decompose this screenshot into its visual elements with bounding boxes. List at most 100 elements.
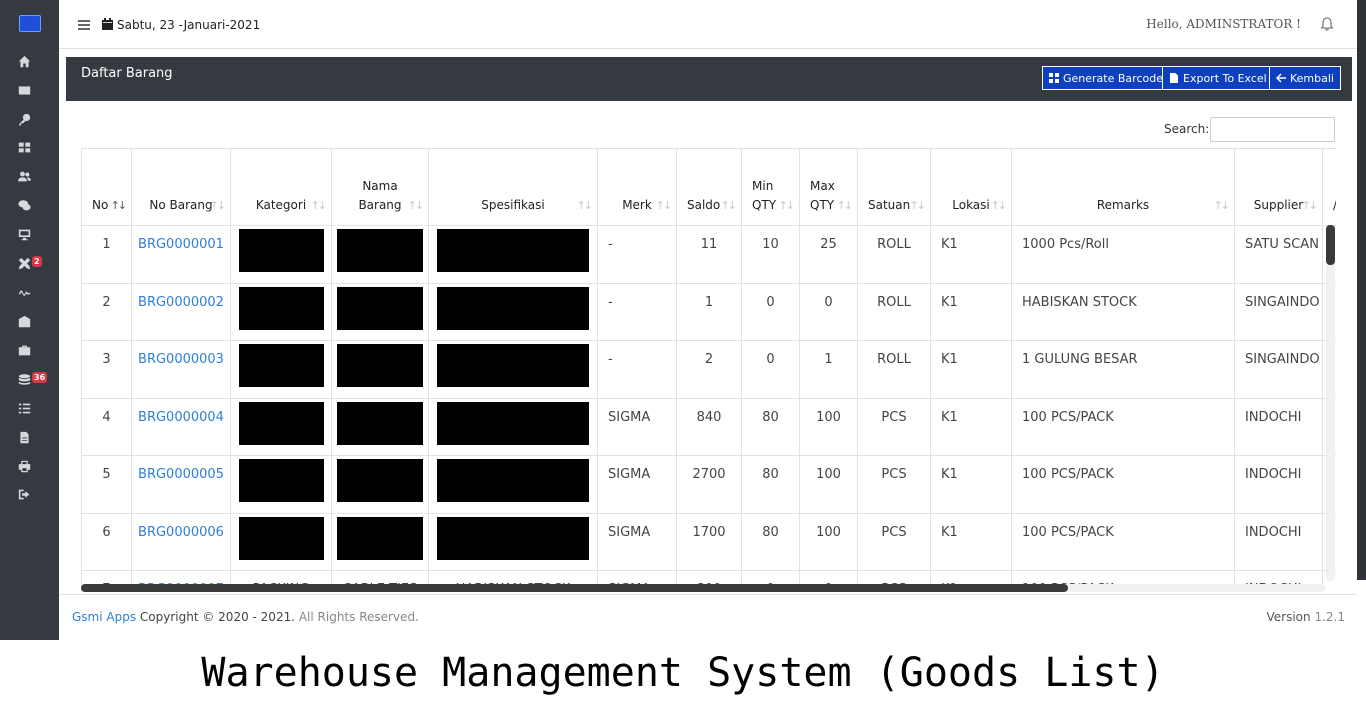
- user-greeting[interactable]: Hello, ADMINSTRATOR !: [1146, 17, 1301, 31]
- cell-no-barang[interactable]: BRG0000002: [131, 282, 231, 341]
- table-row[interactable]: 1 BRG0000001 - 11 10 25 ROLL K1 1000 Pcs/Roll SAT…: [81, 225, 1336, 284]
- logout-icon[interactable]: [0, 484, 59, 504]
- sort-icon: ↑↓: [407, 199, 425, 212]
- cell-no-barang[interactable]: BRG0000005: [131, 455, 231, 514]
- cell-max-qty: 100: [799, 455, 858, 514]
- col-header-lokasi[interactable]: Lokasi ↑↓: [930, 148, 1012, 226]
- col-header-nama-barang[interactable]: Nama Barang ↑↓: [331, 148, 429, 226]
- table-row[interactable]: 2 BRG0000002 - 1 0 0 ROLL K1 HABISKAN STOCK SINGA…: [81, 282, 1336, 341]
- print-icon[interactable]: [0, 456, 59, 476]
- key-icon[interactable]: [0, 109, 59, 129]
- footer-brand-link[interactable]: Gsmi Apps: [72, 610, 136, 624]
- cell-max-qty-value: 100: [816, 409, 841, 425]
- signature-icon[interactable]: [0, 282, 59, 302]
- briefcase-icon[interactable]: [0, 340, 59, 360]
- tasks-icon[interactable]: [0, 398, 59, 418]
- redacted-block: [437, 344, 589, 387]
- menu-toggle-icon[interactable]: [78, 20, 90, 30]
- comments-icon[interactable]: [0, 195, 59, 215]
- generate-barcode-button[interactable]: Generate Barcode: [1042, 66, 1170, 90]
- cell-satuan-value: PCS: [881, 409, 907, 425]
- col-header-nama-label-2: Barang: [358, 198, 402, 212]
- cell-no-barang-value[interactable]: BRG0000006: [138, 525, 224, 540]
- col-header-kategori[interactable]: Kategori ↑↓: [230, 148, 332, 226]
- col-header-remarks-label: Remarks: [1096, 198, 1150, 212]
- cell-no-barang-value[interactable]: BRG0000004: [138, 410, 224, 425]
- horizontal-scroll-thumb[interactable]: [81, 584, 1068, 592]
- cell-min-qty-value: 80: [762, 467, 779, 482]
- col-header-merk-label: Merk: [622, 198, 652, 212]
- cell-no-barang[interactable]: BRG0000003: [131, 340, 231, 399]
- cell-no-barang[interactable]: BRG0000006: [131, 512, 231, 571]
- goods-table: No ↑↓ No Barang ↑↓ Kategori ↑↓ Nama Barang ↑↓…: [81, 148, 1336, 592]
- col-header-lokasi-label: Lokasi: [952, 198, 990, 212]
- table-vertical-scrollbar[interactable]: [1326, 225, 1335, 581]
- table-row[interactable]: 6 BRG0000006 SIGMA 1700 80 100 PCS K1 100 PCS/PA…: [81, 512, 1336, 571]
- cell-merk: -: [597, 340, 677, 399]
- vertical-scroll-thumb[interactable]: [1326, 225, 1335, 265]
- cell-min-qty: 10: [741, 225, 800, 284]
- cell-lokasi-value: K1: [941, 352, 958, 367]
- warehouse-icon[interactable]: [0, 311, 59, 331]
- bell-icon[interactable]: [1321, 17, 1333, 31]
- sort-icon: ↑↓: [655, 199, 673, 212]
- table-row[interactable]: 5 BRG0000005 SIGMA 2700 80 100 PCS K1 100 PCS/PA…: [81, 455, 1336, 514]
- cell-min-qty: 80: [741, 455, 800, 514]
- cell-satuan: PCS: [857, 455, 931, 514]
- tools-icon[interactable]: 2: [0, 253, 59, 273]
- col-header-remarks[interactable]: Remarks ↑↓: [1011, 148, 1235, 226]
- col-header-satuan[interactable]: Satuan ↑↓: [857, 148, 931, 226]
- cell-lokasi: K1: [930, 397, 1012, 456]
- cell-max-qty: 100: [799, 397, 858, 456]
- search-input[interactable]: [1210, 117, 1335, 142]
- col-header-more[interactable]: /: [1322, 148, 1336, 226]
- cell-no-barang-value[interactable]: BRG0000002: [138, 295, 224, 310]
- cell-no-barang[interactable]: BRG0000004: [131, 397, 231, 456]
- cell-nama-barang: [331, 397, 429, 456]
- cell-merk-value: SIGMA: [608, 524, 651, 540]
- cell-no: 2: [81, 282, 132, 341]
- page-scrollbar[interactable]: [1357, 0, 1366, 580]
- table-row[interactable]: 4 BRG0000004 SIGMA 840 80 100 PCS K1 100 PCS/PAC…: [81, 397, 1336, 456]
- col-header-merk[interactable]: Merk ↑↓: [597, 148, 677, 226]
- cell-no-barang-value[interactable]: BRG0000003: [138, 352, 224, 367]
- col-header-saldo[interactable]: Saldo ↑↓: [676, 148, 742, 226]
- desktop-icon[interactable]: [0, 224, 59, 244]
- table-row[interactable]: 3 BRG0000003 - 2 0 1 ROLL K1 1 GULUNG BESAR SINGA…: [81, 340, 1336, 399]
- col-header-no[interactable]: No ↑↓: [81, 148, 132, 226]
- cell-no-value: 3: [102, 352, 111, 367]
- col-header-min-label-2: QTY: [752, 198, 777, 212]
- col-header-max-qty[interactable]: Max QTY ↑↓: [799, 148, 858, 226]
- stock-icon[interactable]: 36: [0, 369, 59, 389]
- cell-merk-value: SIGMA: [608, 467, 651, 482]
- cell-spesifikasi: [428, 455, 598, 514]
- cell-remarks-value: 100 PCS/PACK: [1022, 409, 1114, 425]
- col-header-more-label: /: [1333, 198, 1336, 212]
- col-header-spesifikasi[interactable]: Spesifikasi ↑↓: [428, 148, 598, 226]
- col-header-no-barang[interactable]: No Barang ↑↓: [131, 148, 231, 226]
- grid-icon[interactable]: [0, 137, 59, 157]
- cell-no-barang-value[interactable]: BRG0000001: [138, 237, 224, 252]
- cell-supplier-value: INDOCHI: [1245, 467, 1302, 482]
- back-button[interactable]: Kembali: [1269, 66, 1341, 90]
- cell-merk-value: -: [608, 294, 613, 310]
- users-icon[interactable]: [0, 166, 59, 186]
- home-icon[interactable]: [0, 51, 59, 71]
- cell-supplier: INDOCHI: [1234, 512, 1323, 571]
- file-icon: [1170, 73, 1178, 83]
- redacted-block: [337, 229, 423, 272]
- cell-nama-barang: [331, 225, 429, 284]
- cell-no-barang-value[interactable]: BRG0000005: [138, 467, 224, 482]
- cell-no-barang[interactable]: BRG0000001: [131, 225, 231, 284]
- table-horizontal-scrollbar[interactable]: [81, 584, 1326, 592]
- barcode-icon[interactable]: [0, 80, 59, 100]
- col-header-supplier[interactable]: Supplier ↑↓: [1234, 148, 1323, 226]
- col-header-min-qty[interactable]: Min QTY ↑↓: [741, 148, 800, 226]
- file-icon[interactable]: [0, 427, 59, 447]
- cell-max-qty: 0: [799, 282, 858, 341]
- export-excel-button[interactable]: Export To Excel: [1162, 66, 1274, 90]
- redacted-block: [238, 344, 324, 387]
- cell-supplier: SATU SCAN: [1234, 225, 1323, 284]
- stock-badge: 36: [32, 372, 48, 383]
- app-logo[interactable]: [19, 15, 41, 32]
